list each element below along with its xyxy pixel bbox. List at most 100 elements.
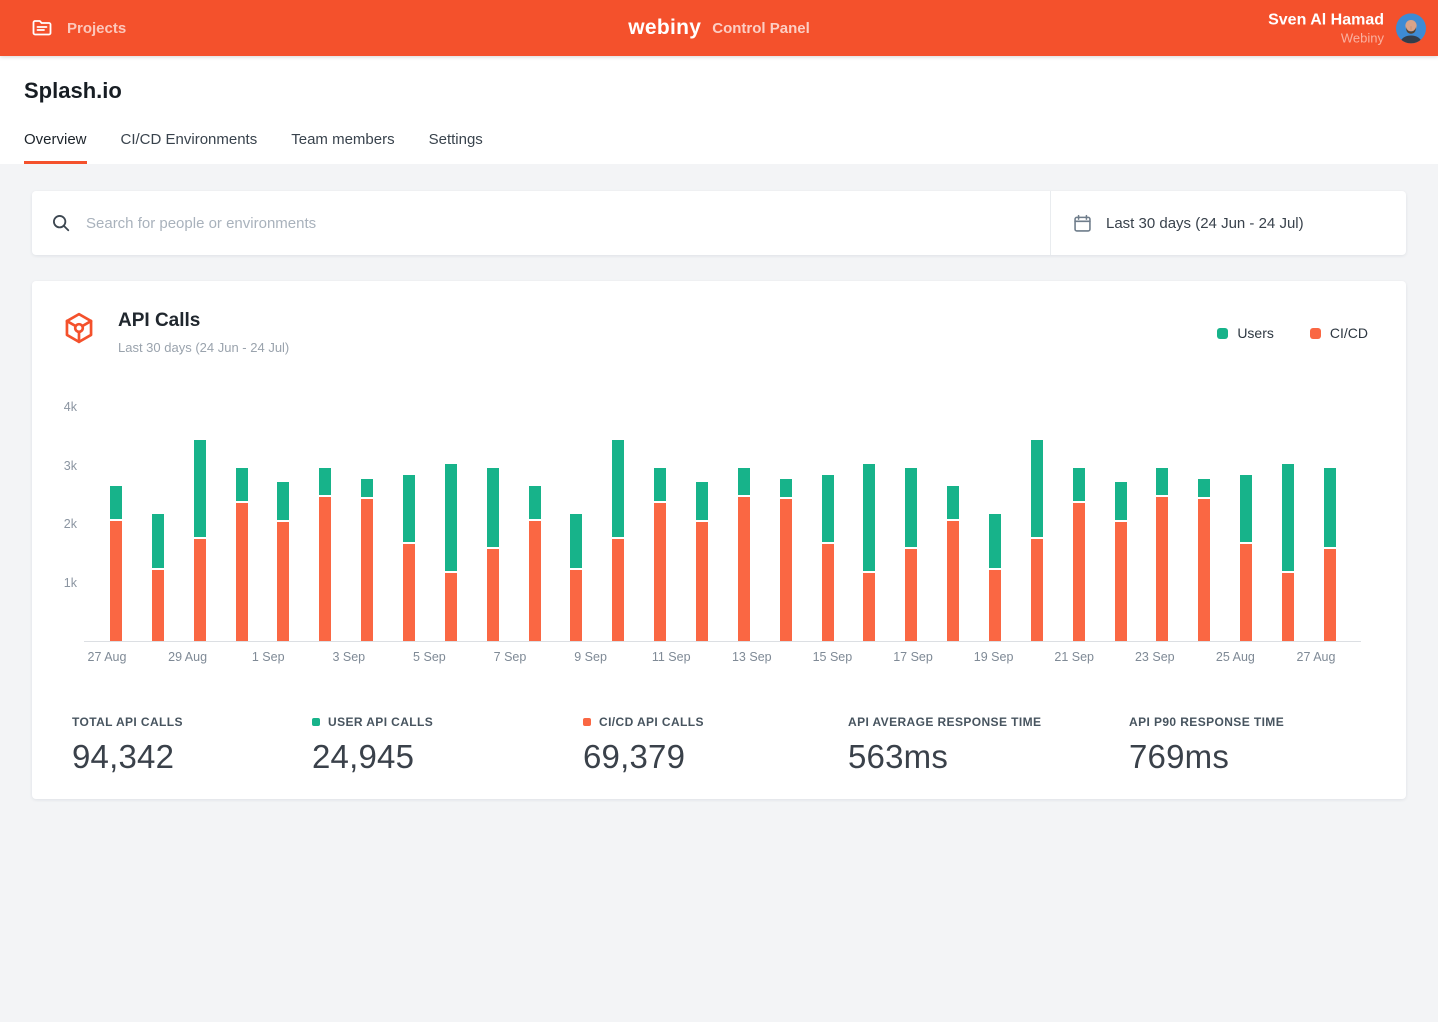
card-title: API Calls — [118, 311, 289, 332]
stat-block-api-average-response-time: API AVERAGE RESPONSE TIME563ms — [848, 715, 1129, 776]
bar-segment-cicd — [529, 521, 541, 641]
stat-block-user-api-calls: USER API CALLS 24,945 — [312, 715, 583, 776]
bar-segment-cicd — [152, 570, 164, 641]
bar-segment-cicd — [487, 549, 499, 641]
bar-segment-users — [110, 486, 122, 519]
tab-team-members[interactable]: Team members — [291, 131, 394, 164]
user-menu[interactable]: Sven Al Hamad Webiny — [1268, 10, 1426, 45]
bar-segment-users — [738, 468, 750, 495]
bar-segment-cicd — [905, 549, 917, 641]
bar-segment-users — [612, 440, 624, 537]
projects-label: Projects — [67, 20, 126, 37]
bar-segment-cicd — [947, 521, 959, 641]
chart-bar — [529, 486, 541, 641]
package-icon — [62, 311, 96, 345]
legend-swatch — [1217, 328, 1228, 339]
bar-segment-users — [487, 468, 499, 547]
stat-marker — [583, 718, 591, 726]
bar-segment-users — [403, 475, 415, 543]
bar-segment-cicd — [110, 521, 122, 641]
chart-bar — [277, 482, 289, 641]
tab-settings[interactable]: Settings — [429, 131, 483, 164]
chart-bar — [905, 468, 917, 641]
stats-row: TOTAL API CALLS94,342USER API CALLS24,94… — [32, 715, 1406, 776]
bar-segment-cicd — [1324, 549, 1336, 641]
bar-segment-cicd — [989, 570, 1001, 641]
stat-block-api-p90-response-time: API P90 RESPONSE TIME769ms — [1129, 715, 1406, 776]
y-axis-label: 2k — [64, 517, 77, 531]
tab-overview[interactable]: Overview — [24, 131, 87, 164]
chart-bar — [947, 486, 959, 641]
tab-ci-cd-environments[interactable]: CI/CD Environments — [121, 131, 258, 164]
bar-segment-users — [1324, 468, 1336, 547]
bar-segment-cicd — [1240, 544, 1252, 641]
folder-icon — [30, 16, 54, 40]
x-axis-label: 25 Aug — [1216, 650, 1255, 664]
x-axis-label: 15 Sep — [813, 650, 853, 664]
chart-bar — [738, 468, 750, 641]
date-range-label: Last 30 days (24 Jun - 24 Jul) — [1106, 215, 1304, 232]
stat-label: USER API CALLS — [312, 715, 583, 729]
bar-segment-users — [1115, 482, 1127, 519]
chart-bar — [654, 468, 666, 641]
stat-marker — [312, 718, 320, 726]
x-axis-label: 3 Sep — [332, 650, 365, 664]
bar-segment-cicd — [780, 499, 792, 641]
stat-label: API P90 RESPONSE TIME — [1129, 715, 1406, 729]
legend-swatch — [1310, 328, 1321, 339]
bar-segment-users — [1156, 468, 1168, 495]
user-org: Webiny — [1268, 31, 1384, 46]
x-axis-label: 5 Sep — [413, 650, 446, 664]
bar-chart — [110, 407, 1336, 641]
x-axis-label: 29 Aug — [168, 650, 207, 664]
bar-segment-cicd — [1115, 522, 1127, 641]
stat-value: 24,945 — [312, 738, 583, 776]
bar-segment-users — [654, 468, 666, 501]
chart-bar — [822, 475, 834, 641]
chart-bar — [1240, 475, 1252, 641]
bar-segment-cicd — [696, 522, 708, 641]
avatar[interactable] — [1396, 13, 1426, 43]
x-axis-label: 27 Aug — [1297, 650, 1336, 664]
x-axis-label: 11 Sep — [652, 650, 691, 664]
chart-bar — [445, 464, 457, 641]
search-input[interactable] — [84, 214, 1050, 233]
card-subtitle: Last 30 days (24 Jun - 24 Jul) — [118, 340, 289, 355]
bar-segment-cicd — [1156, 497, 1168, 641]
chart-legend: Users CI/CD — [1217, 325, 1368, 341]
stat-label-text: CI/CD API CALLS — [599, 715, 704, 729]
bar-segment-cicd — [1073, 503, 1085, 641]
chart-bar — [110, 486, 122, 641]
bar-segment-cicd — [236, 503, 248, 641]
chart-bar — [1156, 468, 1168, 641]
x-axis-label: 17 Sep — [893, 650, 933, 664]
tabs: Overview CI/CD Environments Team members Se… — [24, 131, 1414, 164]
brand: webiny Control Panel — [628, 16, 810, 40]
bar-segment-users — [361, 479, 373, 497]
chart-bar — [1198, 479, 1210, 641]
x-axis-label: 19 Sep — [974, 650, 1014, 664]
chart-bar — [1115, 482, 1127, 641]
stat-value: 563ms — [848, 738, 1129, 776]
legend-item-users[interactable]: Users — [1217, 325, 1274, 341]
app-window: Projects webiny Control Panel Sven Al Ha… — [0, 0, 1438, 1022]
bar-segment-cicd — [863, 573, 875, 641]
stat-label-text: TOTAL API CALLS — [72, 715, 183, 729]
stat-label-text: USER API CALLS — [328, 715, 433, 729]
projects-nav[interactable]: Projects — [0, 16, 126, 40]
chart-plot: 4k3k2k1k27 Aug29 Aug1 Sep3 Sep5 Sep7 Sep… — [84, 407, 1361, 642]
bar-segment-users — [905, 468, 917, 547]
x-axis-label: 7 Sep — [494, 650, 527, 664]
webiny-logo: webiny — [628, 16, 701, 40]
bar-segment-users — [570, 514, 582, 568]
date-picker[interactable]: Last 30 days (24 Jun - 24 Jul) — [1050, 191, 1406, 255]
api-calls-card: API Calls Last 30 days (24 Jun - 24 Jul)… — [32, 281, 1406, 799]
x-axis-label: 1 Sep — [252, 650, 285, 664]
chart-bar — [780, 479, 792, 641]
bar-segment-users — [319, 468, 331, 495]
legend-item-ci-cd[interactable]: CI/CD — [1310, 325, 1368, 341]
bar-segment-users — [1073, 468, 1085, 501]
stat-label: TOTAL API CALLS — [72, 715, 312, 729]
bar-segment-cicd — [1282, 573, 1294, 641]
bar-segment-cicd — [822, 544, 834, 641]
